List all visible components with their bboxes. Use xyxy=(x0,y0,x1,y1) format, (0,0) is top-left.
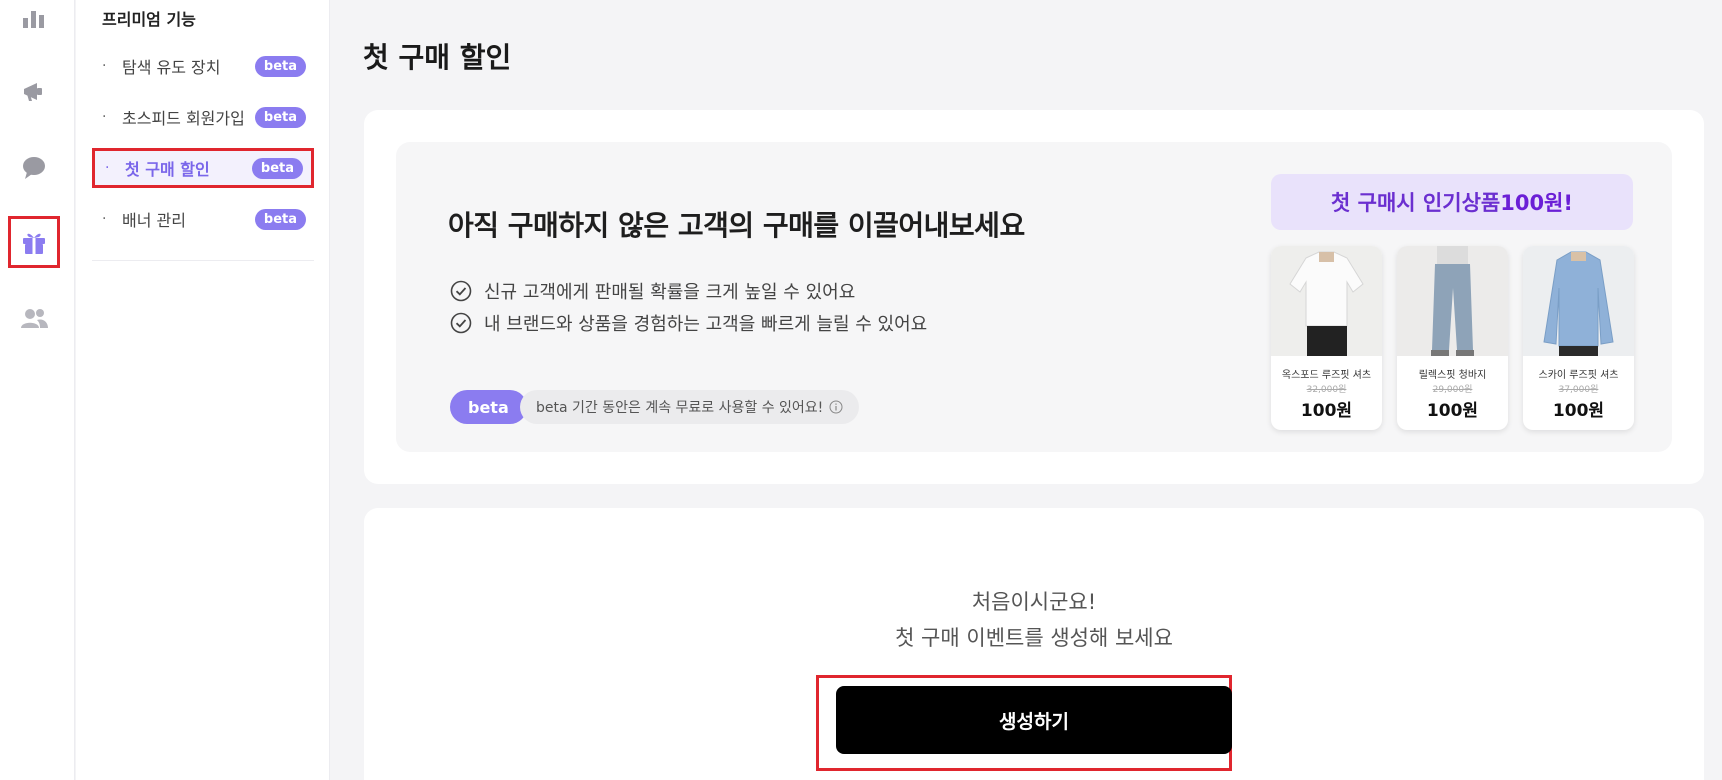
product-price: 100원 xyxy=(1426,401,1479,421)
rail-item-marketing[interactable] xyxy=(8,66,60,118)
submenu-item-first-purchase-discount[interactable]: · 첫 구매 할인 beta xyxy=(92,148,314,188)
bullet-dot: · xyxy=(102,211,107,227)
product-original-price: 29,000원 xyxy=(1432,385,1473,395)
beta-note-text: beta 기간 동안은 계속 무료로 사용할 수 있어요! xyxy=(536,400,824,416)
rail-item-premium[interactable] xyxy=(8,216,60,268)
rail-item-members[interactable] xyxy=(8,292,60,344)
submenu-item-banner-management[interactable]: · 배너 관리 beta xyxy=(92,199,314,239)
icon-rail xyxy=(0,0,75,780)
empty-state-title: 처음이시군요! xyxy=(971,590,1097,614)
product-image xyxy=(1397,246,1508,356)
product-price: 100원 xyxy=(1300,401,1353,421)
gift-icon xyxy=(23,233,45,254)
chat-bubble-icon xyxy=(23,157,45,179)
beta-note: beta 기간 동안은 계속 무료로 사용할 수 있어요! xyxy=(520,390,860,424)
empty-state-card: 처음이시군요! 첫 구매 이벤트를 생성해 보세요 생성하기 xyxy=(364,508,1704,780)
preview-product-card: 스카이 루즈핏 셔츠 37,000원 100원 xyxy=(1523,246,1634,430)
rail-item-statistics[interactable] xyxy=(8,0,60,44)
bar-chart-icon xyxy=(23,11,44,28)
product-original-price: 37,000원 xyxy=(1558,385,1599,395)
product-price: 100원 xyxy=(1552,401,1605,421)
empty-state-subtitle: 첫 구매 이벤트를 생성해 보세요 xyxy=(895,626,1173,650)
jeans-image xyxy=(1431,246,1474,356)
preview-product-card: 옥스포드 루즈핏 셔츠 32,000원 100원 xyxy=(1271,246,1382,430)
check-circle-icon xyxy=(450,312,472,334)
intro-card: 아직 구매하지 않은 고객의 구매를 이끌어내보세요 신규 고객에게 판매될 확… xyxy=(364,110,1704,484)
beta-badge: beta xyxy=(254,55,306,77)
benefit-item: 신규 고객에게 판매될 확률을 크게 높일 수 있어요 xyxy=(450,278,855,304)
benefit-text: 내 브랜드와 상품을 경험하는 고객을 빠르게 늘릴 수 있어요 xyxy=(484,314,928,335)
blue-shirt-image xyxy=(1543,251,1614,356)
product-name: 릴렉스핏 청바지 xyxy=(1418,370,1487,381)
preview-banner: 첫 구매시 인기상품 100원! xyxy=(1271,174,1633,230)
page-title: 첫 구매 할인 xyxy=(363,41,512,74)
check-circle-icon xyxy=(450,280,472,302)
beta-badge: beta xyxy=(450,390,527,424)
product-image xyxy=(1271,246,1382,356)
bullet-dot: · xyxy=(102,109,107,125)
submenu-divider xyxy=(92,260,314,261)
product-image xyxy=(1523,246,1634,356)
product-name: 스카이 루즈핏 셔츠 xyxy=(1538,370,1619,381)
rail-item-messages[interactable] xyxy=(8,142,60,194)
promo-heading: 아직 구매하지 않은 고객의 구매를 이끌어내보세요 xyxy=(448,209,1025,242)
submenu-item-label: 탐색 유도 장치 xyxy=(122,58,221,77)
submenu-title: 프리미엄 기능 xyxy=(102,10,196,29)
submenu-item-search-inducer[interactable]: · 탐색 유도 장치 beta xyxy=(92,46,314,86)
bullet-dot: · xyxy=(102,58,107,74)
benefit-text: 신규 고객에게 판매될 확률을 크게 높일 수 있어요 xyxy=(484,282,856,303)
beta-badge: beta xyxy=(251,157,303,179)
submenu-item-quick-signup[interactable]: · 초스피드 회원가입 beta xyxy=(92,97,314,137)
create-event-button[interactable]: 생성하기 xyxy=(836,686,1232,754)
users-icon xyxy=(21,309,48,328)
benefit-item: 내 브랜드와 상품을 경험하는 고객을 빠르게 늘릴 수 있어요 xyxy=(450,310,927,336)
premium-submenu: 프리미엄 기능 · 탐색 유도 장치 beta · 초스피드 회원가입 beta… xyxy=(76,0,330,780)
beta-badge: beta xyxy=(254,106,306,128)
product-original-price: 32,000원 xyxy=(1306,385,1347,395)
product-name: 옥스포드 루즈핏 셔츠 xyxy=(1281,370,1372,381)
info-icon[interactable] xyxy=(829,400,843,414)
preview-banner-price: 100원! xyxy=(1500,191,1573,215)
preview-banner-text: 첫 구매시 인기상품 xyxy=(1331,191,1501,215)
preview-product-card: 릴렉스핏 청바지 29,000원 100원 xyxy=(1397,246,1508,430)
megaphone-icon xyxy=(24,83,42,101)
promo-panel: 아직 구매하지 않은 고객의 구매를 이끌어내보세요 신규 고객에게 판매될 확… xyxy=(396,142,1672,452)
submenu-item-label: 배너 관리 xyxy=(122,211,186,230)
submenu-item-label: 첫 구매 할인 xyxy=(125,160,210,179)
beta-badge: beta xyxy=(254,208,306,230)
bullet-dot: · xyxy=(105,160,110,176)
submenu-item-label: 초스피드 회원가입 xyxy=(122,109,245,128)
white-shirt-image xyxy=(1289,251,1364,356)
